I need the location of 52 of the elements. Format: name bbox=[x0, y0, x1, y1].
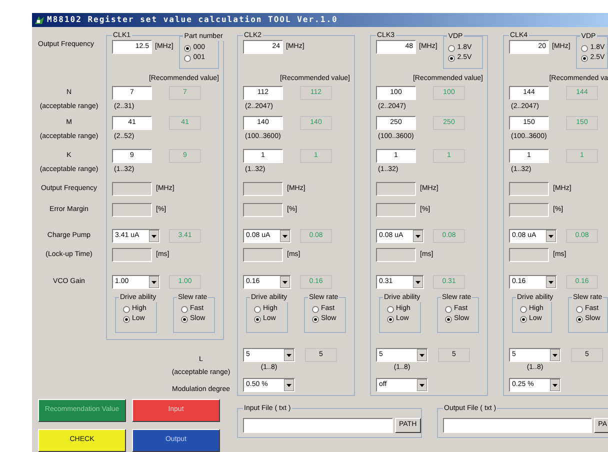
caret-icon bbox=[149, 230, 159, 242]
caret-icon bbox=[546, 276, 556, 288]
radio-button[interactable] bbox=[184, 44, 192, 52]
caret-icon bbox=[550, 379, 560, 391]
radio-button[interactable] bbox=[576, 316, 583, 322]
caret-icon bbox=[284, 379, 294, 391]
output-field bbox=[376, 248, 416, 262]
output-field bbox=[243, 248, 283, 262]
caret-icon bbox=[149, 276, 159, 288]
radio-button[interactable] bbox=[312, 316, 319, 322]
radio-button[interactable] bbox=[181, 316, 188, 322]
output-field bbox=[376, 203, 416, 217]
caret-icon bbox=[280, 276, 290, 288]
radio-button[interactable] bbox=[181, 306, 188, 312]
caret-icon bbox=[280, 230, 290, 242]
file-path-field[interactable] bbox=[443, 418, 592, 433]
caret-icon bbox=[413, 276, 423, 288]
output-field bbox=[376, 182, 416, 196]
window-title: M88102 Register set value calculation TOOL Ver.1.0 bbox=[47, 14, 338, 26]
caret-icon bbox=[284, 349, 294, 361]
radio-button[interactable] bbox=[520, 316, 527, 322]
radio-button[interactable] bbox=[520, 306, 527, 312]
output-field bbox=[509, 203, 549, 217]
caret-icon bbox=[417, 379, 427, 391]
app-icon[interactable] bbox=[34, 15, 45, 25]
radio-button[interactable] bbox=[445, 306, 452, 312]
radio-button[interactable] bbox=[448, 44, 456, 52]
caret-icon bbox=[546, 230, 556, 242]
radio-button[interactable] bbox=[123, 316, 130, 322]
radio-button[interactable] bbox=[254, 306, 261, 312]
radio-button[interactable] bbox=[576, 306, 583, 312]
output-field bbox=[243, 182, 283, 196]
radio-button[interactable] bbox=[581, 44, 588, 52]
caret-icon bbox=[550, 349, 560, 361]
output-field bbox=[243, 203, 283, 217]
radio-button[interactable] bbox=[448, 54, 456, 62]
radio-button[interactable] bbox=[123, 306, 130, 312]
radio-button[interactable] bbox=[184, 54, 192, 62]
radio-button[interactable] bbox=[254, 316, 261, 322]
caret-icon bbox=[413, 230, 423, 242]
radio-button[interactable] bbox=[581, 54, 588, 62]
radio-button[interactable] bbox=[387, 316, 394, 322]
caret-icon bbox=[417, 349, 427, 361]
output-field bbox=[509, 248, 549, 262]
radio-button[interactable] bbox=[312, 306, 319, 312]
radio-button[interactable] bbox=[387, 306, 394, 312]
output-field bbox=[112, 248, 152, 262]
output-field bbox=[509, 182, 549, 196]
file-path-field[interactable] bbox=[243, 418, 393, 433]
output-field bbox=[112, 203, 152, 217]
output-field bbox=[112, 182, 152, 196]
radio-button[interactable] bbox=[445, 316, 452, 322]
